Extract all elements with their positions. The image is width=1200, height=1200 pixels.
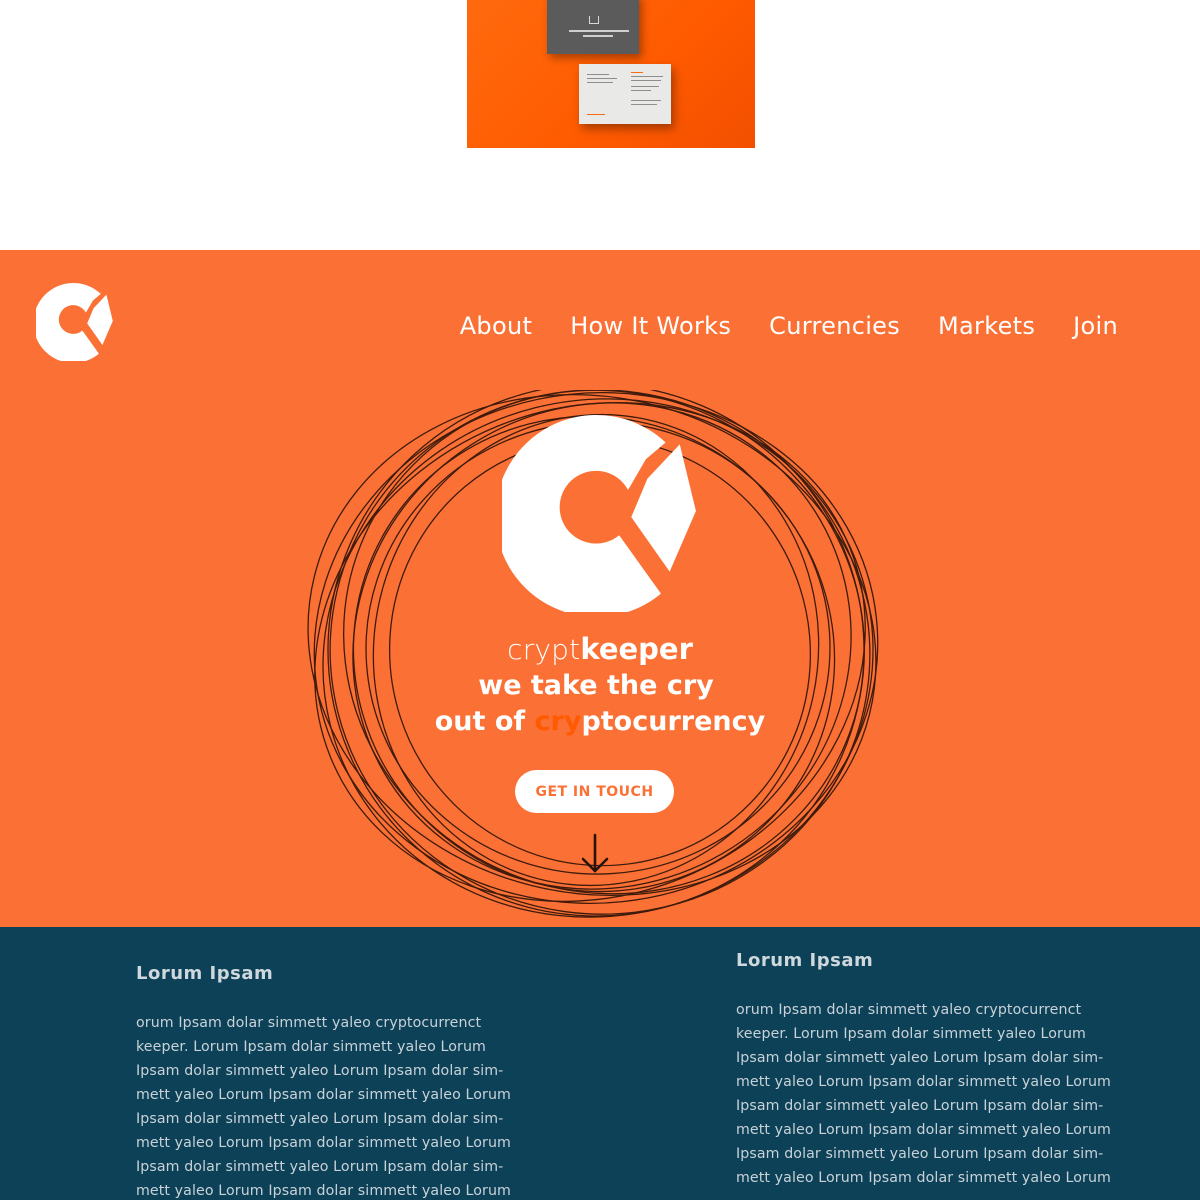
dark-business-card xyxy=(547,0,639,54)
nav-markets[interactable]: Markets xyxy=(938,312,1035,340)
arrow-down-icon[interactable] xyxy=(578,832,612,876)
brand-wordmark-light: crypt xyxy=(507,633,581,666)
tagline-line-2: out of cryptocurrency xyxy=(0,706,1200,737)
brand-logo-icon[interactable] xyxy=(36,281,116,361)
brand-wordmark-bold: keeper xyxy=(580,632,693,666)
nav-how-it-works[interactable]: How It Works xyxy=(570,312,731,340)
nav-about[interactable]: About xyxy=(460,312,532,340)
business-card-photo xyxy=(467,0,755,148)
info-column-left: Lorum Ipsam orum Ipsam dolar simmett yal… xyxy=(136,963,526,1200)
nav-join[interactable]: Join xyxy=(1073,312,1118,340)
nav-currencies[interactable]: Currencies xyxy=(769,312,900,340)
hero-section: About How It Works Currencies Markets Jo… xyxy=(0,250,1200,927)
info-body-right: orum Ipsam dolar simmett yaleo cryptocur… xyxy=(736,1002,1111,1186)
tagline-line-1: we take the cry xyxy=(478,670,714,701)
info-heading-right: Lorum Ipsam xyxy=(736,950,874,971)
info-section: Lorum Ipsam orum Ipsam dolar simmett yal… xyxy=(0,927,1200,1200)
brand-wordmark: cryptkeeper xyxy=(0,632,1200,666)
tagline-highlight: cry xyxy=(534,706,582,737)
info-body-left: orum Ipsam dolar simmett yaleo cryptocur… xyxy=(136,1015,511,1199)
light-business-card xyxy=(579,64,671,124)
hero-logo-icon xyxy=(502,415,696,612)
info-column-right: Lorum Ipsam orum Ipsam dolar simmett yal… xyxy=(736,950,1126,1190)
top-area xyxy=(0,0,1200,250)
tagline-line-2-pre: out of xyxy=(434,706,535,737)
info-heading-left: Lorum Ipsam xyxy=(136,963,274,984)
get-in-touch-button[interactable]: GET IN TOUCH xyxy=(515,770,674,813)
tagline-line-2-post: ptocurrency xyxy=(581,706,766,737)
main-nav: About How It Works Currencies Markets Jo… xyxy=(460,312,1118,340)
